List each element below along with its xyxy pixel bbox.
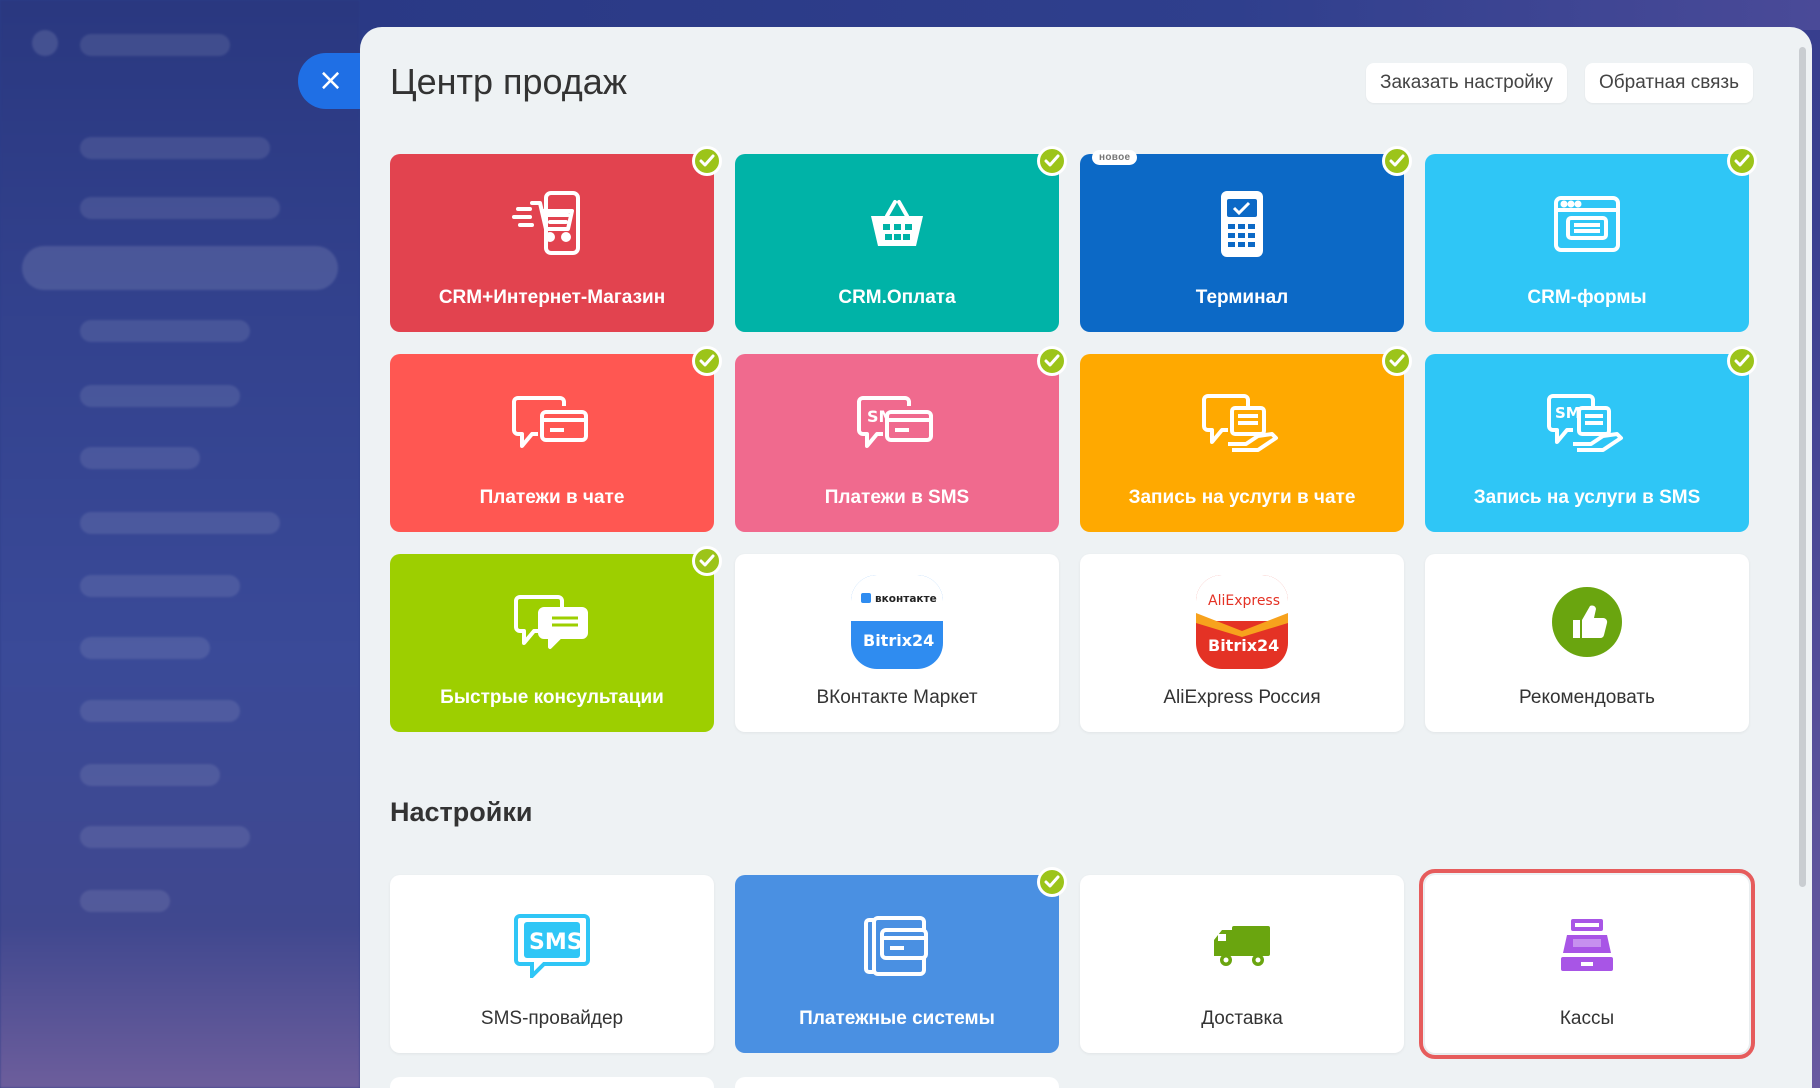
tile-label: AliExpress Россия bbox=[1163, 687, 1321, 708]
tile-aliexpress[interactable]: AliExpress Bitrix24 AliExpress Россия bbox=[1080, 554, 1404, 732]
background-top bbox=[360, 0, 1820, 30]
check-icon bbox=[1037, 867, 1067, 897]
menu-item bbox=[80, 320, 250, 342]
sms-text: SMS bbox=[529, 930, 583, 955]
payment-cards-icon bbox=[847, 905, 947, 985]
tile-label: Кассы bbox=[1559, 1008, 1615, 1029]
tile-sms-payments[interactable]: SMS Платежи в SMS bbox=[735, 346, 1067, 532]
chat-booking-icon bbox=[1192, 384, 1292, 464]
tile-label: CRM-формы bbox=[1527, 287, 1647, 308]
tile-delivery[interactable]: Доставка bbox=[1080, 875, 1404, 1053]
tile-crm-forms[interactable]: CRM-формы bbox=[1425, 146, 1757, 332]
tile-label: Терминал bbox=[1195, 287, 1289, 308]
close-icon: × bbox=[318, 63, 344, 98]
feedback-button[interactable]: Обратная связь bbox=[1585, 63, 1753, 103]
tile-label: Рекомендовать bbox=[1519, 687, 1655, 708]
tile-terminal[interactable]: новое Терминал bbox=[1080, 146, 1412, 332]
sms-booking-icon: SMS bbox=[1537, 384, 1637, 464]
chat-bubbles-icon bbox=[502, 584, 602, 664]
tile-chat-booking[interactable]: Запись на услуги в чате bbox=[1080, 346, 1412, 532]
sms-bubble-icon: SMS bbox=[502, 905, 602, 985]
menu-icon bbox=[32, 30, 58, 56]
background-left-menu bbox=[0, 0, 360, 1088]
vk-text: вконтакте bbox=[875, 593, 937, 605]
sales-center-panel: Центр продаж Заказать настройку Обратная… bbox=[360, 27, 1812, 1088]
check-icon bbox=[692, 146, 722, 176]
ali-text: AliExpress bbox=[1208, 593, 1280, 609]
tile-partial[interactable] bbox=[390, 1077, 714, 1088]
vk-bitrix24-logo: вконтакте Bitrix24 bbox=[847, 572, 947, 672]
menu-item bbox=[80, 447, 200, 469]
tile-label: Доставка bbox=[1201, 1008, 1283, 1029]
sms-card-icon: SMS bbox=[847, 384, 947, 464]
check-icon bbox=[1382, 146, 1412, 176]
check-icon bbox=[692, 546, 722, 576]
tile-label: Платежи в чате bbox=[479, 487, 625, 508]
scrollbar[interactable] bbox=[1799, 47, 1806, 887]
delivery-truck-icon bbox=[1192, 905, 1292, 985]
menu-item bbox=[80, 575, 240, 597]
tile-crm-online-store[interactable]: CRM+Интернет-Магазин bbox=[390, 146, 722, 332]
check-icon bbox=[1382, 346, 1412, 376]
settings-section-title: Настройки bbox=[390, 797, 533, 827]
check-icon bbox=[1037, 346, 1067, 376]
tile-crm-payment[interactable]: CRM.Оплата bbox=[735, 146, 1067, 332]
page-title: Центр продаж bbox=[390, 61, 627, 102]
menu-item bbox=[80, 700, 240, 722]
menu-item bbox=[80, 137, 270, 159]
menu-item bbox=[80, 385, 240, 407]
menu-item bbox=[80, 512, 280, 534]
check-icon bbox=[692, 346, 722, 376]
tile-vk-market[interactable]: вконтакте Bitrix24 ВКонтакте Маркет bbox=[735, 554, 1059, 732]
tile-label: CRM.Оплата bbox=[838, 287, 956, 308]
menu-item bbox=[80, 637, 210, 659]
menu-active-item bbox=[22, 246, 338, 290]
shopping-cart-phone-icon bbox=[502, 184, 602, 264]
tile-payment-systems[interactable]: Платежные системы bbox=[735, 867, 1067, 1053]
menu-item bbox=[80, 34, 230, 56]
thumbs-up-icon bbox=[1537, 582, 1637, 662]
tile-label: Запись на услуги в SMS bbox=[1473, 487, 1701, 508]
tile-label: SMS-провайдер bbox=[480, 1008, 624, 1029]
check-icon bbox=[1037, 146, 1067, 176]
order-setup-button[interactable]: Заказать настройку bbox=[1366, 63, 1567, 103]
tile-label: Платежные системы bbox=[799, 1008, 995, 1029]
tile-partial[interactable] bbox=[735, 1077, 1059, 1088]
check-icon bbox=[1727, 346, 1757, 376]
tile-label: Быстрые консультации bbox=[440, 687, 664, 708]
aliexpress-bitrix24-logo: AliExpress Bitrix24 bbox=[1192, 572, 1292, 672]
tile-cash-registers[interactable]: Кассы bbox=[1419, 869, 1755, 1059]
menu-item bbox=[80, 890, 170, 912]
bitrix-text: Bitrix24 bbox=[863, 631, 934, 650]
cash-register-icon bbox=[1537, 905, 1637, 985]
menu-item bbox=[80, 826, 250, 848]
tile-label: CRM+Интернет-Магазин bbox=[438, 287, 666, 308]
tile-sms-booking[interactable]: SMS Запись на услуги в SMS bbox=[1425, 346, 1757, 532]
basket-icon bbox=[847, 184, 947, 264]
check-icon bbox=[1727, 146, 1757, 176]
tile-quick-consultations[interactable]: Быстрые консультации bbox=[390, 546, 722, 732]
chat-card-icon bbox=[502, 384, 602, 464]
menu-item bbox=[80, 764, 220, 786]
tile-label: Платежи в SMS bbox=[824, 487, 970, 508]
bitrix-text: Bitrix24 bbox=[1208, 636, 1279, 655]
tile-recommend[interactable]: Рекомендовать bbox=[1425, 554, 1749, 732]
web-form-icon bbox=[1537, 184, 1637, 264]
menu-item bbox=[80, 197, 280, 219]
tile-sms-provider[interactable]: SMS SMS-провайдер bbox=[390, 875, 714, 1053]
payment-terminal-icon bbox=[1192, 184, 1292, 264]
new-badge: новое bbox=[1092, 150, 1138, 165]
tile-label: Запись на услуги в чате bbox=[1128, 487, 1356, 508]
tile-chat-payments[interactable]: Платежи в чате bbox=[390, 346, 722, 532]
tile-label: ВКонтакте Маркет bbox=[816, 687, 978, 708]
